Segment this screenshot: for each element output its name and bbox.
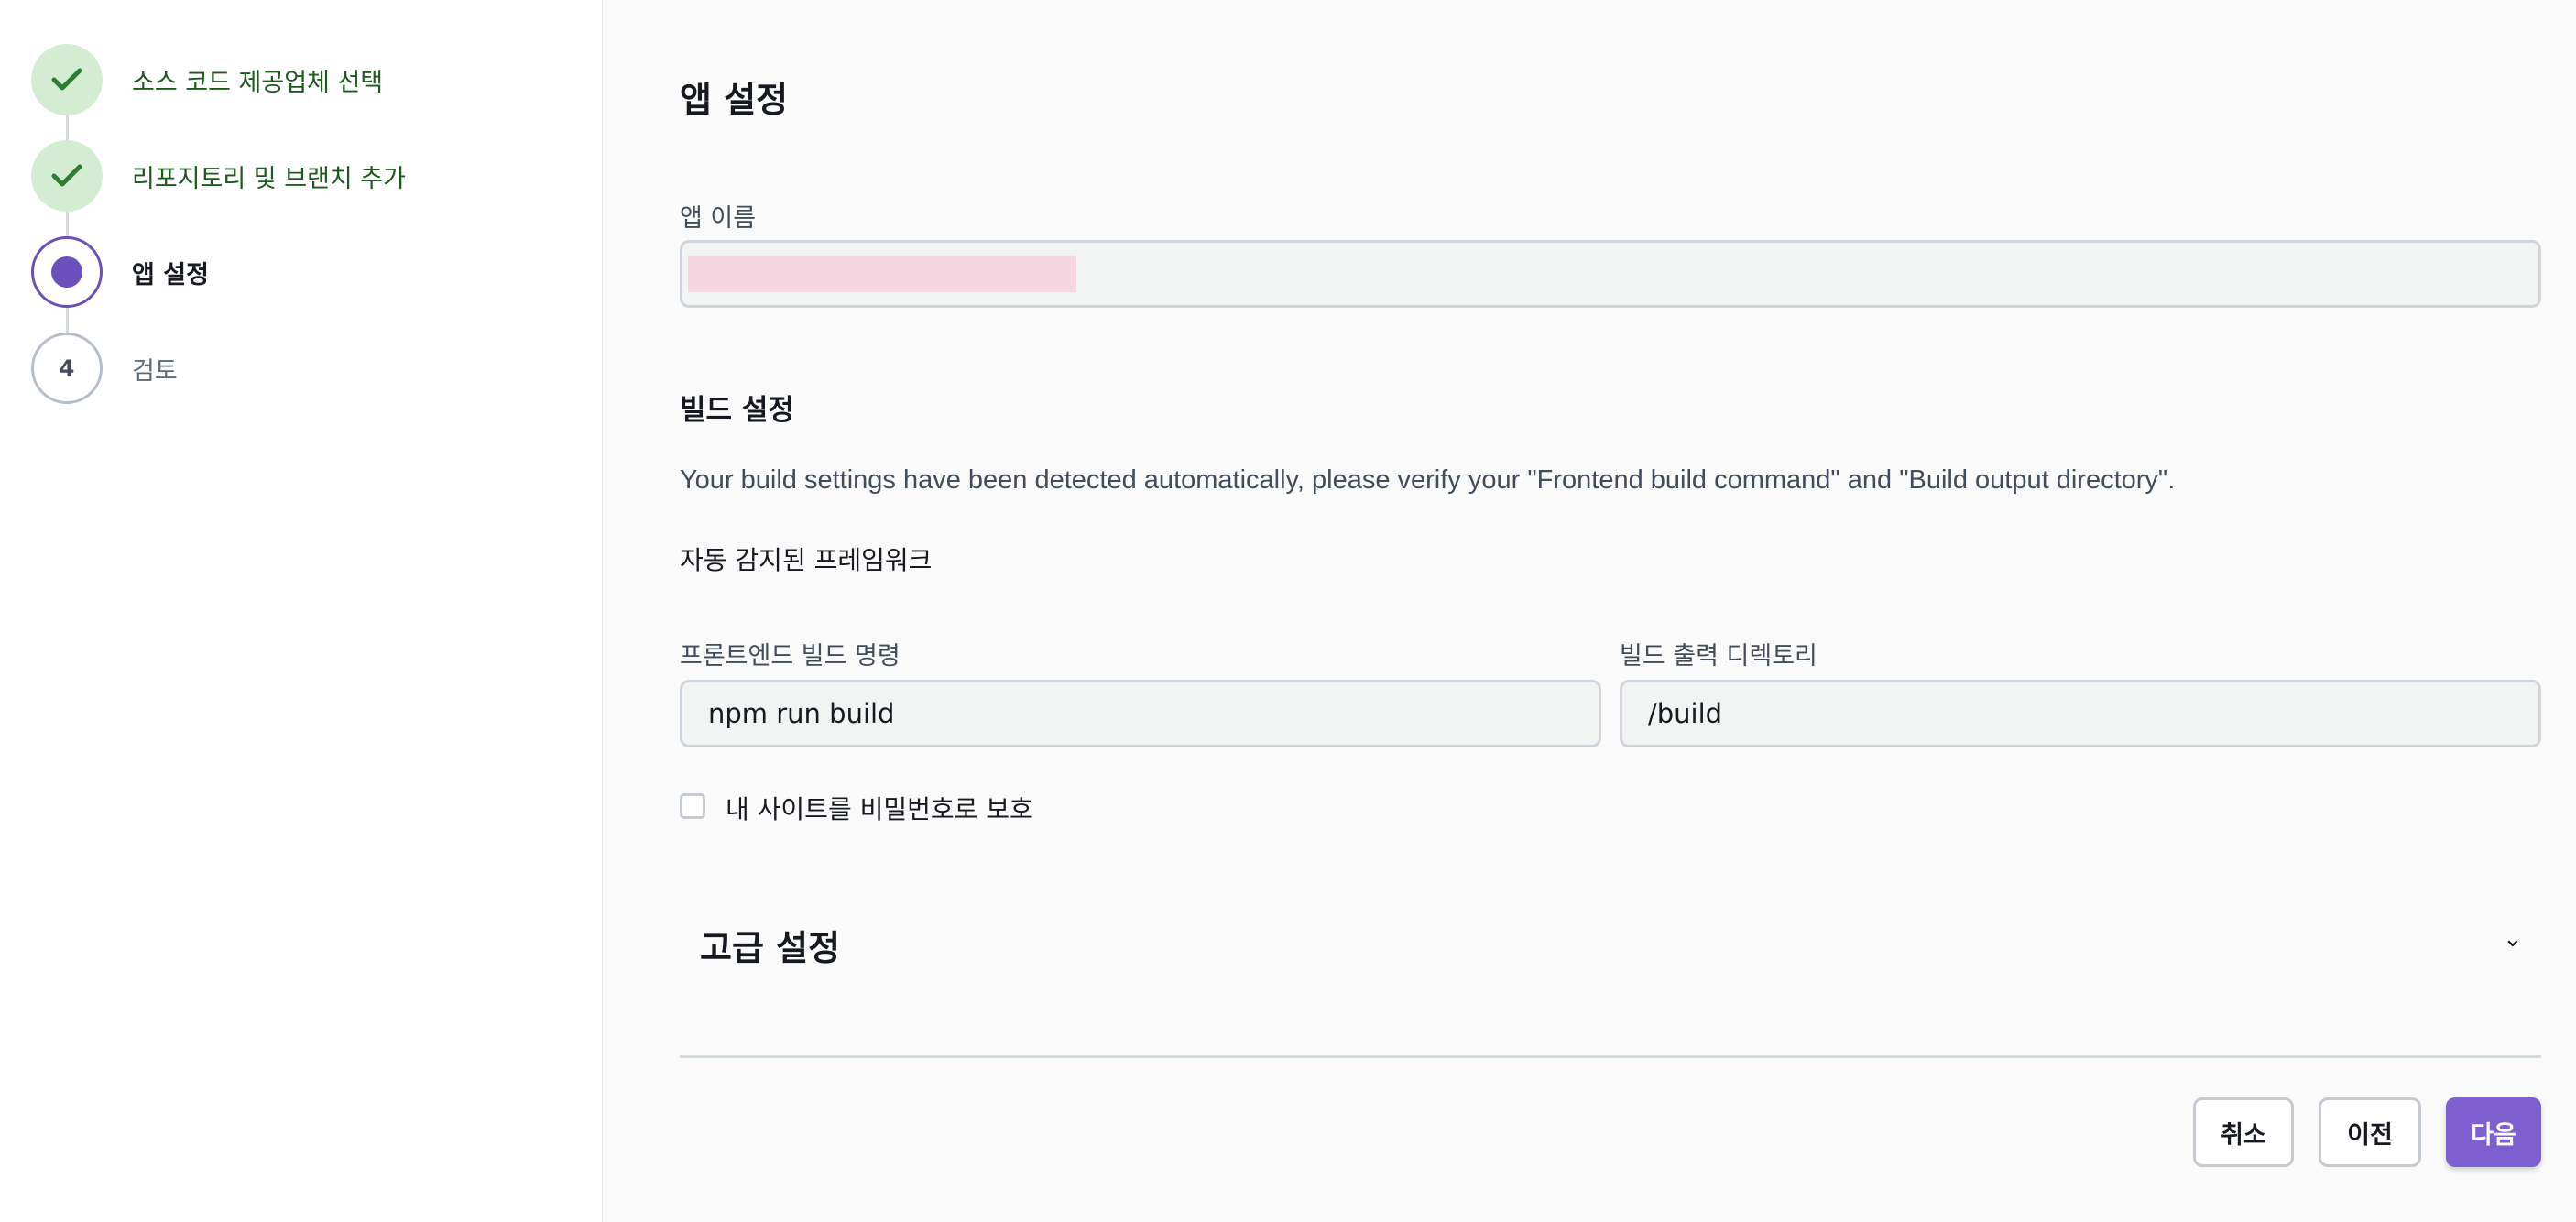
wizard-step-4: 4 검토 bbox=[31, 333, 581, 406]
next-button[interactable]: 다음 bbox=[2446, 1097, 2541, 1167]
step-connector bbox=[66, 306, 69, 335]
step-label: 리포지토리 및 브랜치 추가 bbox=[132, 165, 406, 193]
password-protect-checkbox[interactable] bbox=[680, 793, 705, 819]
checkmark-icon bbox=[51, 164, 82, 187]
detected-framework-label: 자동 감지된 프레임워크 bbox=[680, 545, 933, 575]
build-command-label: 프론트엔드 빌드 명령 bbox=[680, 642, 901, 671]
output-dir-label: 빌드 출력 디렉토리 bbox=[1620, 642, 1817, 671]
page-title: 앱 설정 bbox=[680, 80, 789, 120]
password-protect-label[interactable]: 내 사이트를 비밀번호로 보호 bbox=[726, 790, 1033, 826]
cancel-button[interactable]: 취소 bbox=[2193, 1097, 2294, 1167]
wizard-step-3: 앱 설정 bbox=[31, 236, 581, 310]
app-name-input[interactable] bbox=[680, 240, 2541, 308]
current-dot-icon bbox=[51, 256, 82, 288]
previous-button[interactable]: 이전 bbox=[2319, 1097, 2421, 1167]
step-current-indicator bbox=[31, 236, 103, 308]
app-name-label: 앱 이름 bbox=[680, 204, 757, 233]
step-label: 소스 코드 제공업체 선택 bbox=[132, 69, 384, 97]
step-label: 검토 bbox=[132, 357, 178, 386]
step-number: 4 bbox=[59, 355, 75, 381]
wizard-sidebar: 소스 코드 제공업체 선택 리포지토리 및 브랜치 추가 앱 설정 4 검토 bbox=[0, 0, 603, 1222]
redacted-value bbox=[688, 256, 1076, 292]
output-dir-input[interactable]: /build bbox=[1620, 680, 2541, 747]
step-complete-indicator bbox=[31, 140, 103, 212]
build-command-input[interactable]: npm run build bbox=[680, 680, 1601, 747]
build-settings-description: Your build settings have been detected a… bbox=[680, 465, 2176, 495]
build-command-value: npm run build bbox=[708, 698, 895, 729]
step-number-indicator: 4 bbox=[31, 333, 103, 404]
section-divider bbox=[680, 1055, 2541, 1058]
step-label: 앱 설정 bbox=[132, 261, 209, 289]
output-dir-value: /build bbox=[1648, 698, 1723, 729]
wizard-step-2[interactable]: 리포지토리 및 브랜치 추가 bbox=[31, 140, 581, 213]
checkmark-icon bbox=[51, 68, 82, 91]
advanced-settings-toggle[interactable]: 고급 설정 bbox=[700, 920, 840, 970]
step-complete-indicator bbox=[31, 44, 103, 115]
chevron-down-icon[interactable]: ⌄ bbox=[2503, 925, 2523, 953]
build-settings-heading: 빌드 설정 bbox=[680, 394, 794, 427]
wizard-step-1[interactable]: 소스 코드 제공업체 선택 bbox=[31, 44, 581, 117]
